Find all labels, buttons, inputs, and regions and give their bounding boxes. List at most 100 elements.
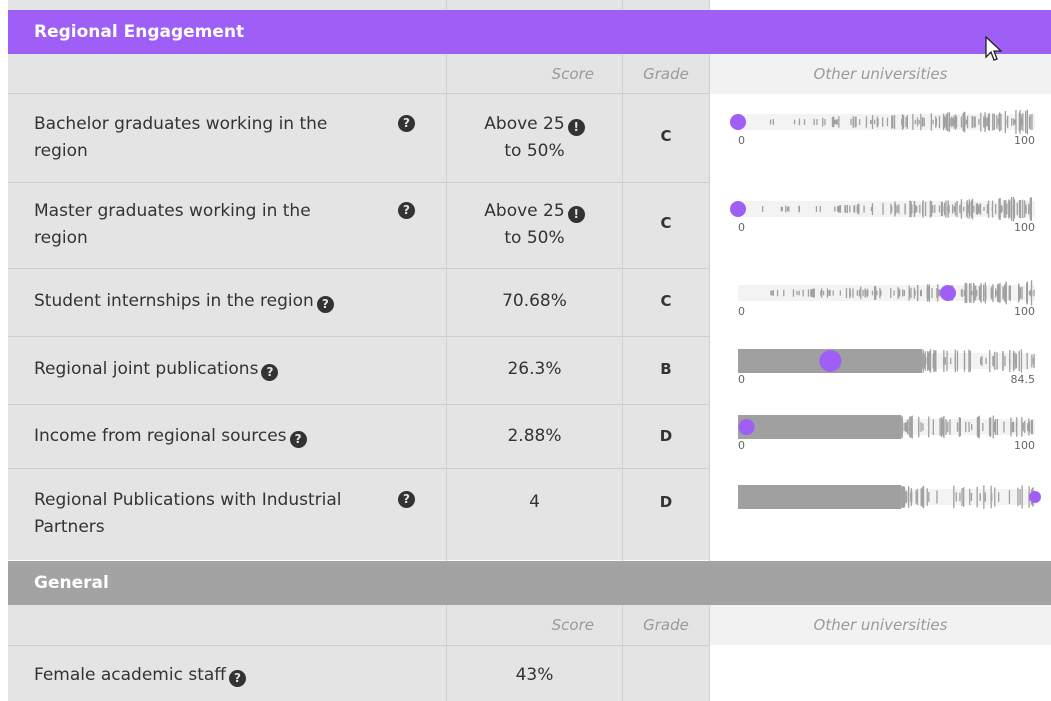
question-circle-icon[interactable]: ? <box>398 202 415 219</box>
university-tick <box>943 350 945 372</box>
column-divider <box>622 0 623 10</box>
question-circle-icon[interactable]: ? <box>229 670 246 687</box>
question-circle-icon[interactable]: ? <box>398 115 415 132</box>
university-tick <box>987 200 990 218</box>
university-tick <box>975 290 978 297</box>
university-tick <box>911 204 913 214</box>
university-tick <box>807 289 810 297</box>
axis-min-label: 0 <box>738 373 745 386</box>
university-tick <box>874 286 876 300</box>
university-tick <box>973 116 976 128</box>
row-divider <box>8 182 709 183</box>
university-tick <box>1024 200 1026 218</box>
score-cell: 43% <box>447 646 622 701</box>
university-tick <box>932 419 934 435</box>
distribution-strip[interactable]: 0 84.5 <box>738 345 1035 389</box>
grade-cell: C <box>623 183 709 268</box>
university-tick <box>938 115 941 129</box>
university-tick <box>893 114 896 130</box>
university-tick <box>891 206 893 212</box>
university-tick <box>865 116 868 128</box>
distribution-strip[interactable]: 0 100 <box>730 106 1035 150</box>
university-tick <box>992 356 994 366</box>
prev-row-grade-strip <box>623 0 709 10</box>
university-tick <box>838 116 840 128</box>
university-tick <box>1031 354 1033 368</box>
university-tick <box>871 203 874 215</box>
distribution-chart <box>738 280 1035 306</box>
university-tick <box>926 289 929 298</box>
university-tick <box>1015 353 1017 369</box>
university-tick <box>920 113 922 131</box>
distribution-strip[interactable]: 0 100 <box>730 193 1035 237</box>
distribution-chart <box>738 485 1041 509</box>
table-row: Bachelor graduates working in the region… <box>0 94 1051 182</box>
university-tick <box>961 488 963 506</box>
grade-value: B <box>660 360 672 378</box>
university-tick <box>1025 110 1027 134</box>
university-tick <box>971 424 973 431</box>
university-tick <box>922 485 925 509</box>
university-tick <box>876 116 878 128</box>
table-row: Female academic staff? 43% <box>0 646 1051 701</box>
university-tick <box>894 202 896 216</box>
indicator-label-cell: Master graduates working in the region ? <box>8 183 446 268</box>
question-circle-icon[interactable]: ? <box>261 364 279 381</box>
university-tick <box>1028 207 1030 211</box>
university-tick <box>989 349 991 373</box>
score-cell: Above 25! to 50% <box>447 94 622 182</box>
university-tick <box>1011 421 1014 433</box>
university-tick <box>1021 286 1023 300</box>
university-tick <box>826 288 829 298</box>
university-tick <box>1004 355 1006 367</box>
distribution-strip[interactable]: 0 100 <box>738 277 1035 321</box>
axis-max-label: 100 <box>1014 305 1035 318</box>
question-circle-icon[interactable]: ? <box>316 296 334 313</box>
university-tick <box>893 290 895 296</box>
section-header-general[interactable]: General <box>8 561 1051 605</box>
university-tick <box>1017 487 1019 507</box>
exclamation-circle-icon[interactable]: ! <box>567 119 585 136</box>
university-tick <box>998 198 1000 220</box>
university-marker <box>730 114 746 130</box>
university-tick <box>1018 283 1020 303</box>
university-tick <box>934 351 936 371</box>
university-tick <box>834 206 836 212</box>
section-header-regional[interactable]: Regional Engagement <box>8 10 1051 54</box>
university-tick <box>904 203 906 215</box>
university-tick <box>1019 110 1021 134</box>
header-grade: Grade <box>623 54 709 94</box>
distribution-strip[interactable]: 0 100 <box>738 411 1035 455</box>
distribution-chart <box>730 196 1035 222</box>
university-tick <box>946 115 948 129</box>
question-circle-icon[interactable]: ? <box>398 491 415 508</box>
university-tick <box>1015 422 1018 432</box>
distribution-strip[interactable] <box>738 481 1041 525</box>
university-tick <box>979 493 981 501</box>
university-tick <box>1002 286 1004 300</box>
university-tick <box>993 113 995 130</box>
university-tick <box>1009 357 1011 365</box>
university-tick <box>918 119 920 125</box>
university-tick <box>915 490 917 504</box>
question-circle-icon[interactable]: ? <box>289 431 307 448</box>
university-tick <box>986 204 988 214</box>
grade-cell: B <box>623 337 709 404</box>
university-tick <box>905 117 907 128</box>
table-row: Income from regional sources? 2.88% D 0 1… <box>0 405 1051 468</box>
university-tick <box>1008 199 1010 219</box>
university-tick <box>876 290 878 296</box>
indicator-label: Bachelor graduates working in the region <box>34 114 328 161</box>
university-tick <box>980 357 982 365</box>
university-tick <box>919 204 921 214</box>
university-marker <box>819 350 842 372</box>
university-tick <box>981 356 983 366</box>
university-tick <box>1022 199 1024 219</box>
university-tick <box>942 417 944 437</box>
university-tick <box>976 486 978 508</box>
university-tick <box>845 288 848 298</box>
column-divider <box>446 0 447 10</box>
exclamation-circle-icon[interactable]: ! <box>567 206 585 223</box>
university-tick <box>772 119 774 125</box>
university-tick <box>858 289 861 297</box>
